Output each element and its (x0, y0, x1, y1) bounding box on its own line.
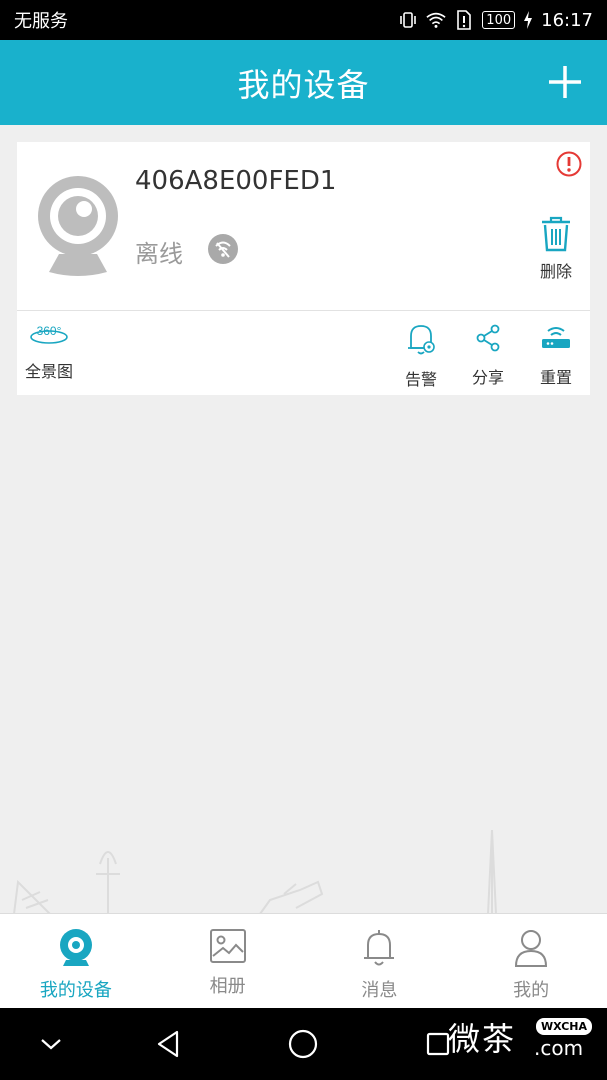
alarm-label: 告警 (405, 370, 438, 389)
panorama-label: 全景图 (25, 362, 74, 381)
battery-level: 100 (486, 12, 512, 28)
photo-album-icon (209, 929, 246, 963)
tab-label: 我的 (513, 980, 550, 1001)
tab-profile[interactable]: 我的 (455, 914, 607, 1008)
page-title: 我的设备 (237, 65, 370, 104)
bottom-tab-bar: 我的设备 相册 消息 我的 (0, 913, 607, 1008)
person-icon (515, 930, 548, 967)
card-divider (17, 310, 590, 311)
share-label: 分享 (472, 368, 505, 387)
skyline-decoration (13, 829, 497, 914)
delete-button[interactable]: 删除 (536, 216, 576, 282)
panorama-360-icon: 360° (30, 324, 68, 344)
chevron-down-icon (41, 1039, 61, 1050)
tab-label: 消息 (361, 980, 398, 1001)
panorama-badge: 360° (37, 324, 62, 338)
battery-indicator: 100 (482, 11, 516, 29)
home-circle-icon (288, 1029, 318, 1059)
tab-my-devices[interactable]: 我的设备 (0, 914, 152, 1008)
watermark-domain: .com (534, 1036, 584, 1060)
tab-label: 相册 (209, 976, 246, 997)
share-icon (476, 324, 500, 352)
device-status: 离线 (135, 240, 183, 268)
charging-icon (523, 10, 533, 30)
bell-icon (364, 930, 395, 966)
sim-alert-icon (454, 10, 474, 30)
router-reset-icon (542, 327, 570, 348)
tab-album[interactable]: 相册 (152, 914, 304, 1008)
panorama-button[interactable]: 360° 全景图 (25, 322, 73, 382)
watermark-badge: WXCHA (536, 1018, 593, 1035)
webcam-icon (59, 929, 92, 966)
reset-label: 重置 (539, 368, 572, 387)
app-header: 我的设备 (0, 40, 607, 125)
carrier-text: 无服务 (14, 11, 68, 32)
vibrate-icon (398, 10, 418, 30)
trash-icon (542, 216, 570, 252)
home-button[interactable] (285, 1026, 321, 1062)
status-bar: 无服务 100 16:17 (0, 0, 607, 40)
share-button[interactable]: 分享 (472, 322, 504, 388)
camera-avatar-icon (37, 174, 119, 278)
alarm-button[interactable]: 告警 (405, 322, 437, 390)
plus-icon (549, 66, 581, 98)
device-id: 406A8E00FED1 (135, 166, 337, 196)
watermark-text: 微茶 (448, 1020, 517, 1058)
back-button[interactable] (150, 1026, 186, 1062)
delete-label: 删除 (539, 262, 572, 281)
add-device-button[interactable] (545, 62, 585, 102)
wifi-icon (426, 10, 446, 30)
collapse-nav-button[interactable] (33, 1026, 69, 1062)
status-icons: 100 16:17 (398, 10, 593, 31)
back-triangle-icon (157, 1030, 179, 1058)
offline-status-icon (208, 234, 238, 264)
alarm-bell-icon (408, 325, 435, 355)
clock: 16:17 (541, 9, 593, 31)
alert-icon[interactable] (556, 151, 582, 177)
device-card[interactable]: 406A8E00FED1 离线 删除 360° 全景图 告警 分享 重置 (17, 142, 590, 395)
device-info[interactable]: 406A8E00FED1 离线 删除 (17, 142, 590, 310)
reset-button[interactable]: 重置 (539, 322, 573, 388)
tab-label: 我的设备 (39, 980, 112, 1001)
tab-messages[interactable]: 消息 (304, 914, 456, 1008)
